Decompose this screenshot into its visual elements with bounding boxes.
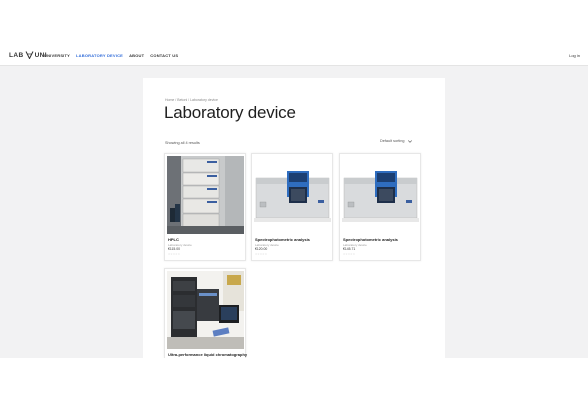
page-title: Laboratory device <box>164 103 296 122</box>
login-link[interactable]: Log in <box>569 53 580 58</box>
product-card-hplc[interactable]: HPLC Laboratory device €115.00 ☆☆☆☆☆ <box>164 153 246 261</box>
bottom-blank-area <box>0 358 588 409</box>
product-image-hplc[interactable] <box>167 156 244 234</box>
top-blank-area <box>0 0 588 46</box>
shop-content-panel: Home / Betoni / Laboratory device Labora… <box>143 78 445 362</box>
product-category: Laboratory device <box>255 242 279 247</box>
product-category: Laboratory device <box>343 242 367 247</box>
product-card-uplc[interactable]: Ultra-performance liquid chromatography … <box>164 268 247 362</box>
main-nav: UNIVERSITY LABORATORY DEVICE ABOUT CONTA… <box>44 53 184 58</box>
product-image-spectrophotometer[interactable] <box>342 156 419 234</box>
nav-item-laboratory-device[interactable]: LABORATORY DEVICE <box>76 53 123 58</box>
logo-flask-icon <box>25 51 34 59</box>
logo-text-left: LAB <box>9 51 24 59</box>
stars-empty-icon: ☆☆☆☆☆ <box>343 253 356 256</box>
result-count: Showing all 4 results <box>165 141 200 145</box>
site-logo[interactable]: LAB UNI <box>9 51 47 59</box>
product-name[interactable]: Spectrophotometric analysis <box>255 237 310 242</box>
product-card-spectrophotometric-1[interactable]: Spectrophotometric analysis Laboratory d… <box>251 153 333 261</box>
product-price: €120.00 <box>255 247 268 251</box>
product-name[interactable]: Spectrophotometric analysis <box>343 237 398 242</box>
product-price: €145.71 <box>343 247 356 251</box>
product-image-uplc[interactable] <box>167 271 244 349</box>
nav-item-about[interactable]: ABOUT <box>129 53 144 58</box>
sort-select-label: Default sorting <box>380 139 405 143</box>
chevron-down-icon <box>408 139 413 143</box>
sort-select[interactable]: Default sorting <box>380 139 413 143</box>
site-navbar: LAB UNI UNIVERSITY LABORATORY DEVICE ABO… <box>0 46 588 66</box>
stars-empty-icon: ☆☆☆☆☆ <box>255 253 268 256</box>
product-name[interactable]: HPLC <box>168 237 179 242</box>
product-card-spectrophotometric-2[interactable]: Spectrophotometric analysis Laboratory d… <box>339 153 421 261</box>
breadcrumb: Home / Betoni / Laboratory device <box>165 98 218 102</box>
nav-item-contact-us[interactable]: CONTACT US <box>150 53 178 58</box>
nav-item-university[interactable]: UNIVERSITY <box>44 53 70 58</box>
product-image-spectrophotometer[interactable] <box>254 156 331 234</box>
product-price: €115.00 <box>168 247 181 251</box>
stars-empty-icon: ☆☆☆☆☆ <box>168 253 181 256</box>
product-category: Laboratory device <box>168 242 192 247</box>
